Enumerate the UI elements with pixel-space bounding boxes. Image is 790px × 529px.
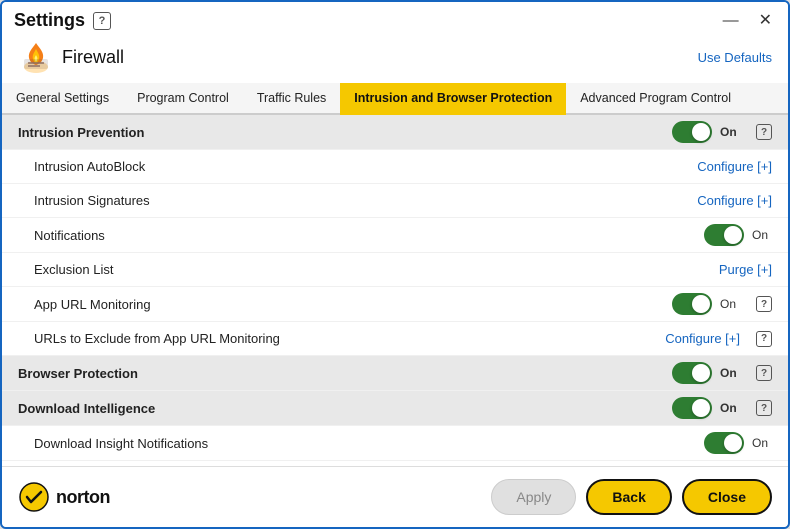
intrusion-signatures-row: Intrusion Signatures Configure [+] [2, 184, 788, 218]
firewall-logo: Firewall [18, 39, 124, 75]
tab-traffic-rules[interactable]: Traffic Rules [243, 83, 340, 115]
intrusion-prevention-toggle[interactable] [672, 121, 712, 143]
close-window-button[interactable]: Close [682, 479, 772, 515]
urls-to-exclude-row: URLs to Exclude from App URL Monitoring … [2, 322, 788, 356]
app-url-monitoring-row: App URL Monitoring On ? [2, 287, 788, 322]
norton-check-icon [18, 481, 50, 513]
notifications-label: Notifications [18, 228, 704, 243]
tab-intrusion-browser[interactable]: Intrusion and Browser Protection [340, 83, 566, 115]
footer-buttons: Apply Back Close [491, 479, 772, 515]
intrusion-signatures-label: Intrusion Signatures [18, 193, 697, 208]
title-help-icon[interactable]: ? [93, 12, 111, 30]
intrusion-autoblock-label: Intrusion AutoBlock [18, 159, 697, 174]
browser-protection-row: Browser Protection On ? [2, 356, 788, 391]
norton-logo: norton [18, 481, 110, 513]
flame-icon [18, 39, 54, 75]
app-url-monitoring-on-label: On [720, 297, 740, 311]
title-bar: Settings ? — ✕ [2, 2, 788, 35]
use-defaults-button[interactable]: Use Defaults [698, 50, 772, 65]
download-intelligence-row: Download Intelligence On ? [2, 391, 788, 426]
intrusion-prevention-help-icon[interactable]: ? [756, 124, 772, 140]
intrusion-prevention-row: Intrusion Prevention On ? [2, 115, 788, 150]
browser-protection-label: Browser Protection [18, 366, 672, 381]
app-url-monitoring-help-icon[interactable]: ? [756, 296, 772, 312]
content-area: Intrusion Prevention On ? Intrusion Auto… [2, 115, 788, 466]
intrusion-autoblock-configure-btn[interactable]: Configure [+] [697, 159, 772, 174]
tab-advanced-program[interactable]: Advanced Program Control [566, 83, 745, 115]
exclusion-list-label: Exclusion List [18, 262, 719, 277]
download-intelligence-help-icon[interactable]: ? [756, 400, 772, 416]
tab-general-settings[interactable]: General Settings [2, 83, 123, 115]
notifications-toggle[interactable] [704, 224, 744, 246]
tabs-bar: General Settings Program Control Traffic… [2, 83, 788, 115]
back-button[interactable]: Back [586, 479, 671, 515]
notifications-on-label: On [752, 228, 772, 242]
urls-to-exclude-label: URLs to Exclude from App URL Monitoring [18, 331, 665, 346]
download-insight-notifications-toggle[interactable] [704, 432, 744, 454]
intrusion-autoblock-row: Intrusion AutoBlock Configure [+] [2, 150, 788, 184]
download-insight-notifications-label: Download Insight Notifications [18, 436, 704, 451]
download-intelligence-on-label: On [720, 401, 740, 415]
download-insight-notifications-on-label: On [752, 436, 772, 450]
notifications-row: Notifications On [2, 218, 788, 253]
tab-program-control[interactable]: Program Control [123, 83, 243, 115]
download-intelligence-toggle[interactable] [672, 397, 712, 419]
close-button[interactable]: ✕ [755, 11, 776, 31]
download-intelligence-label: Download Intelligence [18, 401, 672, 416]
intrusion-signatures-configure-btn[interactable]: Configure [+] [697, 193, 772, 208]
norton-label: norton [56, 487, 110, 508]
footer: norton Apply Back Close [2, 466, 788, 527]
minimize-button[interactable]: — [719, 11, 743, 31]
app-url-monitoring-label: App URL Monitoring [18, 297, 672, 312]
apply-button[interactable]: Apply [491, 479, 576, 515]
urls-to-exclude-help-icon[interactable]: ? [756, 331, 772, 347]
app-url-monitoring-toggle[interactable] [672, 293, 712, 315]
browser-protection-help-icon[interactable]: ? [756, 365, 772, 381]
exclusion-list-row: Exclusion List Purge [+] [2, 253, 788, 287]
exclusion-list-purge-btn[interactable]: Purge [+] [719, 262, 772, 277]
firewall-label: Firewall [62, 47, 124, 68]
download-insight-notifications-row: Download Insight Notifications On [2, 426, 788, 461]
intrusion-prevention-label: Intrusion Prevention [18, 125, 672, 140]
browser-protection-toggle[interactable] [672, 362, 712, 384]
intrusion-prevention-on-label: On [720, 125, 740, 139]
browser-protection-on-label: On [720, 366, 740, 380]
urls-to-exclude-configure-btn[interactable]: Configure [+] [665, 331, 740, 346]
settings-window: Settings ? — ✕ Firewall Use Defaults Ge [0, 0, 790, 529]
window-title: Settings [14, 10, 85, 31]
header-section: Firewall Use Defaults [2, 35, 788, 83]
